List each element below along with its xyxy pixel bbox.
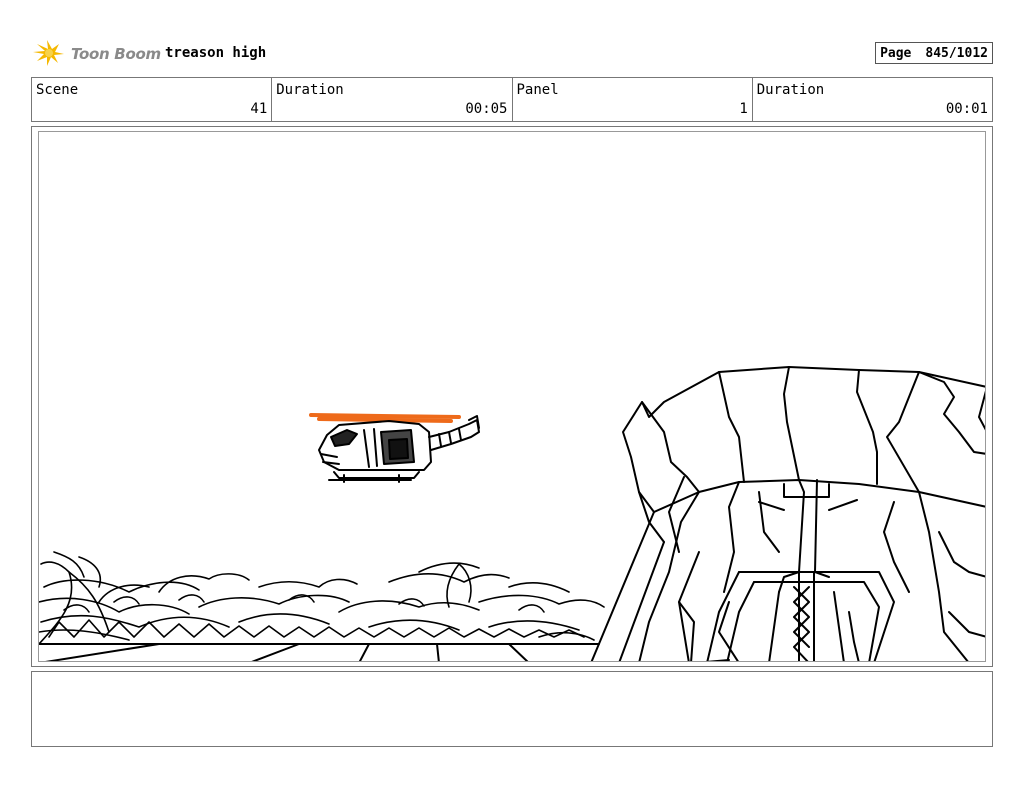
scene-duration-value: 00:05 [465, 101, 508, 117]
panel-cell: Panel 1 [513, 78, 753, 121]
storyboard-drawing [38, 131, 986, 662]
scene-duration-cell: Duration 00:05 [272, 78, 513, 121]
page-label: Page [880, 45, 912, 61]
panel-duration-label: Duration [756, 82, 825, 98]
toon-boom-burst-icon [33, 40, 64, 66]
panel-duration-cell: Duration 00:01 [753, 78, 992, 121]
logo-text: Toon Boom [71, 45, 161, 63]
jungle-scene-sketch [39, 366, 985, 661]
panel-notes-box [31, 671, 993, 747]
panel-info-table: Scene 41 Duration 00:05 Panel 1 Duration… [31, 77, 993, 122]
panel-duration-value: 00:01 [945, 101, 988, 117]
scene-label: Scene [36, 82, 79, 98]
scene-cell: Scene 41 [32, 78, 273, 121]
page-value: 845/1012 [925, 45, 988, 61]
panel-label: Panel [516, 82, 559, 98]
helicopter [309, 413, 480, 483]
scene-duration-label: Duration [276, 82, 344, 98]
storyboard-panel-frame [31, 126, 993, 667]
header: Toon Boom treason high Page 845/1012 [31, 38, 993, 70]
panel-value: 1 [739, 101, 748, 117]
ground-lines [39, 643, 600, 661]
page-indicator: Page 845/1012 [875, 42, 993, 64]
project-title: treason high [165, 45, 267, 61]
toon-boom-logo: Toon Boom [31, 38, 161, 70]
helicopter-rotor [309, 413, 461, 423]
jungle-foliage [39, 551, 605, 645]
rock-monument [590, 366, 985, 661]
scene-value: 41 [250, 101, 268, 117]
